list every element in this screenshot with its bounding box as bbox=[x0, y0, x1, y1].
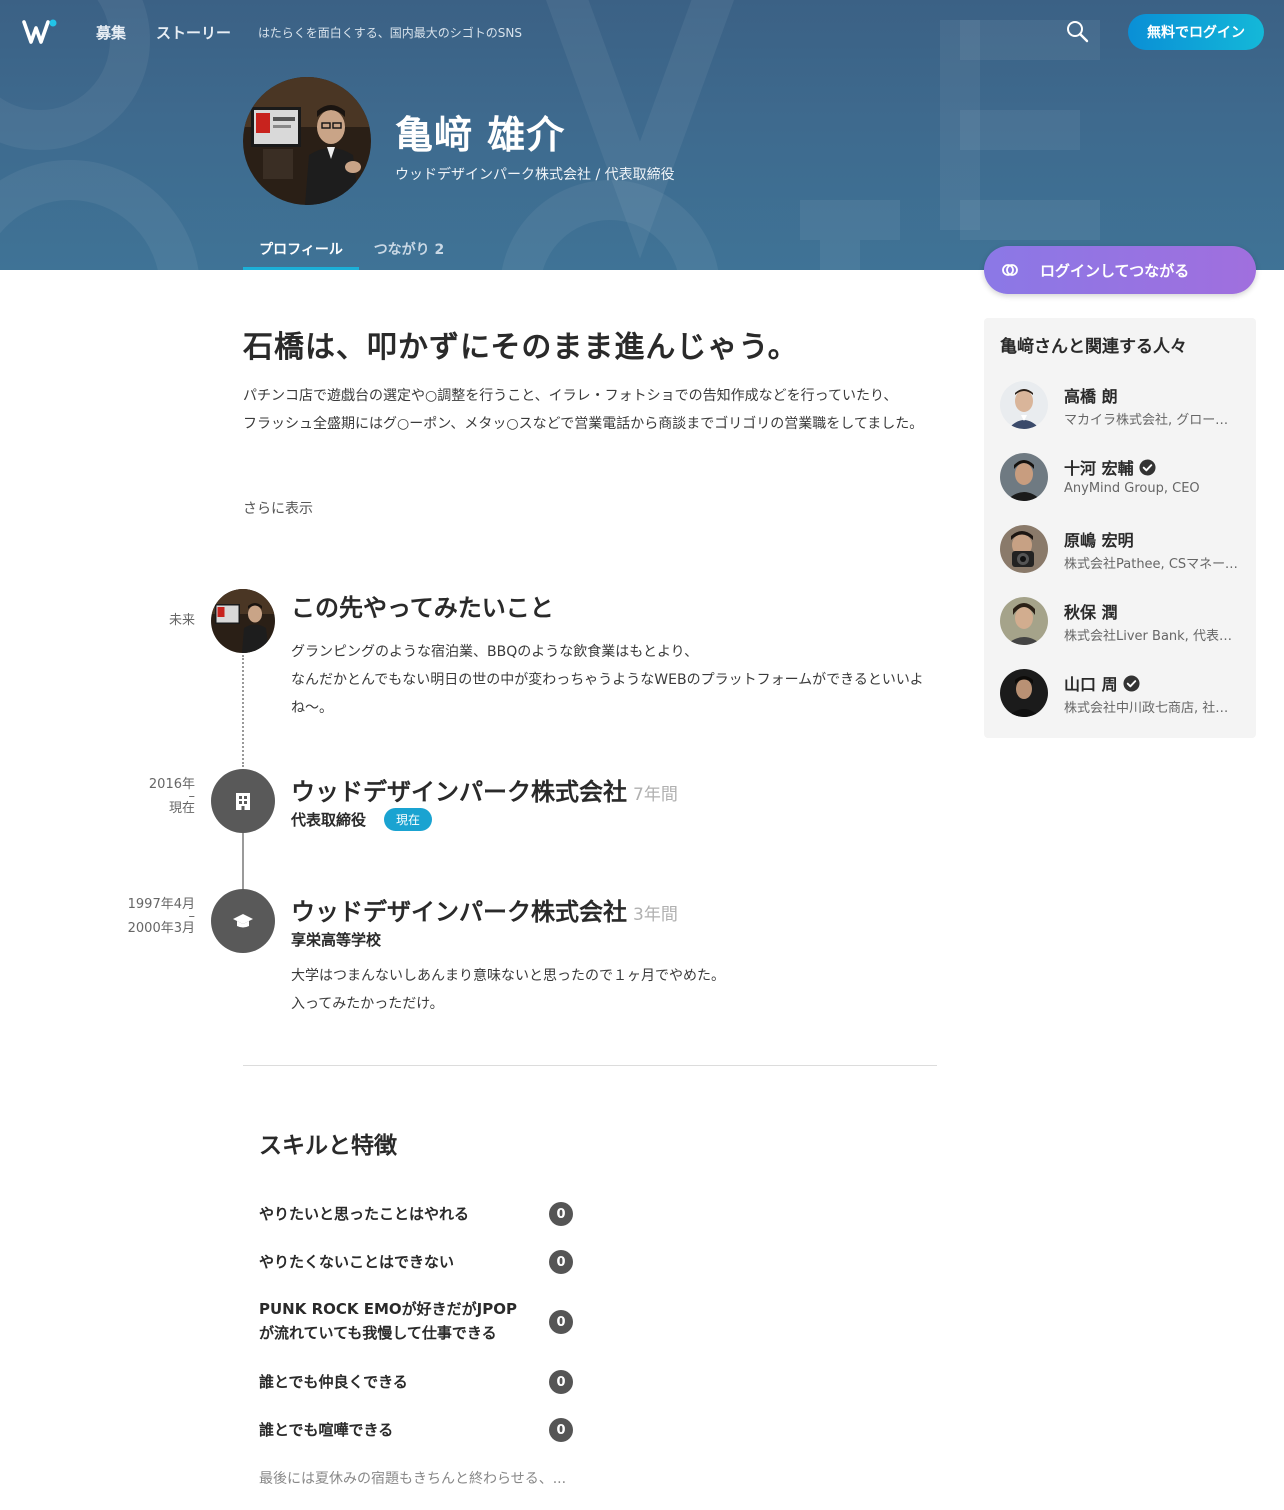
tab-connections[interactable]: つながり 2 bbox=[359, 228, 459, 270]
timeline-job-role: 代表取締役 bbox=[291, 811, 367, 829]
person-photo bbox=[1000, 381, 1048, 429]
link-icon bbox=[1002, 264, 1018, 276]
related-person[interactable]: 秋保 潤 株式会社Liver Bank, 代表取締役 bbox=[1000, 597, 1246, 647]
date-dash: – bbox=[188, 909, 196, 924]
section-divider bbox=[243, 1065, 937, 1066]
person-name: 原嶋 宏明 bbox=[1064, 531, 1134, 550]
profile-avatar bbox=[243, 77, 371, 205]
job-duration: 7年間 bbox=[633, 785, 678, 805]
timeline-connector-dotted bbox=[242, 655, 244, 767]
person-org: AnyMind Group, CEO bbox=[1064, 481, 1200, 496]
profile-hero: 募集 ストーリー はたらくを面白くする、国内最大のシゴトのSNS 無料でログイン bbox=[0, 0, 1284, 270]
school-duration: 3年間 bbox=[633, 905, 678, 925]
skill-label: 誰とでも喧嘩できる bbox=[259, 1421, 394, 1439]
person-org: マカイラ株式会社, グローバルディレクター bbox=[1064, 413, 1238, 428]
timeline-school-line: 入ってみたかっただけ。 bbox=[291, 996, 444, 1012]
skills-more-text[interactable]: 最後には夏休みの宿題もきちんと終わらせる、... bbox=[259, 1468, 566, 1488]
job-company: ウッドデザインパーク株式会社 bbox=[291, 778, 627, 806]
timeline-connector bbox=[242, 833, 244, 891]
timeline-avatar bbox=[211, 589, 275, 653]
skills-title: スキルと特徴 bbox=[259, 1133, 397, 1159]
bio-line: フラッシュ全盛期にはグ○ーポン、メタッ○スなどで営業電話から商談までゴリゴリの営… bbox=[243, 416, 924, 432]
tab-profile[interactable]: プロフィール bbox=[243, 228, 359, 270]
date-start: 1997年4月 bbox=[127, 897, 195, 912]
date-dash: – bbox=[188, 789, 196, 804]
skill-endorse-count[interactable]: 0 bbox=[549, 1370, 573, 1394]
skill-endorse-count[interactable]: 0 bbox=[549, 1418, 573, 1442]
nav-recruit-link[interactable]: 募集 bbox=[96, 22, 126, 43]
show-more-link[interactable]: さらに表示 bbox=[243, 498, 313, 518]
profile-bio: パチンコ店で遊戯台の選定や○調整を行うこと、イラレ・フォトショでの告知作成などを… bbox=[243, 382, 937, 438]
skill-endorse-count[interactable]: 0 bbox=[549, 1250, 573, 1274]
person-name: 山口 周 bbox=[1064, 671, 1140, 695]
login-button[interactable]: 無料でログイン bbox=[1128, 14, 1264, 50]
person-name: 高橋 朗 bbox=[1064, 387, 1118, 406]
timeline-future-line: なんだかとんでもない明日の世の中が変わっちゃうようなWEBのプラットフォームがで… bbox=[291, 672, 924, 716]
school-company: ウッドデザインパーク株式会社 bbox=[291, 898, 627, 926]
timeline-company-marker bbox=[211, 769, 275, 833]
person-org: 株式会社中川政七商店, 社外取締役 bbox=[1064, 701, 1238, 716]
timeline-school-title[interactable]: ウッドデザインパーク株式会社 3年間 bbox=[291, 892, 678, 927]
person-org: 株式会社Pathee, CSマネージャー bbox=[1064, 557, 1238, 572]
avatar bbox=[1000, 669, 1048, 717]
skill-label: やりたくないことはできない bbox=[259, 1253, 455, 1271]
timeline-date-school: 1997年4月 – 2000年3月 bbox=[95, 897, 195, 937]
skill-endorse-count[interactable]: 0 bbox=[549, 1310, 573, 1334]
person-name: 秋保 潤 bbox=[1064, 603, 1118, 622]
timeline-profile-photo bbox=[211, 589, 275, 653]
person-photo bbox=[1000, 597, 1048, 645]
bio-line: パチンコ店で遊戯台の選定や○調整を行うこと、イラレ・フォトショでの告知作成などを… bbox=[243, 388, 898, 404]
timeline-date-future: 未来 bbox=[168, 613, 195, 628]
nav-tagline: はたらくを面白くする、国内最大のシゴトのSNS bbox=[258, 26, 522, 40]
avatar bbox=[1000, 525, 1048, 573]
related-person[interactable]: 山口 周 株式会社中川政七商店, 社外取締役 bbox=[1000, 669, 1246, 719]
related-person[interactable]: 高橋 朗 マカイラ株式会社, グローバルディレクター bbox=[1000, 381, 1246, 431]
timeline-future-line: グランピングのような宿泊業、BBQのような飲食業はもとより、 bbox=[291, 644, 699, 660]
search-icon[interactable] bbox=[1064, 18, 1092, 46]
timeline-school-marker bbox=[211, 889, 275, 953]
skill-label: PUNK ROCK EMOが好きだがJPOPが流れていても我慢して仕事できる bbox=[259, 1300, 517, 1342]
nav-stories-link[interactable]: ストーリー bbox=[156, 22, 231, 43]
related-people-title: 亀﨑さんと関連する人々 bbox=[1000, 337, 1187, 357]
person-photo bbox=[1000, 453, 1048, 501]
avatar bbox=[1000, 597, 1048, 645]
related-people-panel: 亀﨑さんと関連する人々 高橋 朗 マカイラ株式会社, グローバルディレクター 十… bbox=[984, 318, 1256, 738]
verified-icon bbox=[1139, 458, 1156, 476]
date-end: 2000年3月 bbox=[127, 921, 195, 936]
building-icon bbox=[236, 793, 250, 810]
timeline-school-line: 大学はつまんないしあんまり意味ないと思ったので１ヶ月でやめた。 bbox=[291, 968, 725, 984]
timeline-future-title: この先やってみたいこと bbox=[291, 594, 554, 622]
profile-headline: 石橋は、叩かずにそのまま進んじゃう。 bbox=[243, 330, 799, 365]
wantedly-logo[interactable] bbox=[22, 18, 58, 46]
current-badge: 現在 bbox=[384, 808, 432, 831]
timeline-date-job: 2016年 – 現在 bbox=[95, 777, 195, 817]
skill-label: やりたいと思ったことはやれる bbox=[259, 1205, 470, 1223]
person-name: 十河 宏輔 bbox=[1064, 455, 1156, 479]
skill-label: 誰とでも仲良くできる bbox=[259, 1373, 408, 1391]
person-photo bbox=[1000, 525, 1048, 573]
timeline-school-name: 享栄高等学校 bbox=[291, 931, 382, 949]
related-person[interactable]: 原嶋 宏明 株式会社Pathee, CSマネージャー bbox=[1000, 525, 1246, 575]
login-connect-label: ログインしてつながる bbox=[1040, 262, 1190, 280]
top-navigation: 募集 ストーリー はたらくを面白くする、国内最大のシゴトのSNS 無料でログイン bbox=[0, 0, 1284, 64]
date-end: 現在 bbox=[168, 801, 195, 816]
login-connect-button[interactable]: ログインしてつながる bbox=[984, 246, 1256, 294]
avatar bbox=[1000, 381, 1048, 429]
related-person[interactable]: 十河 宏輔 AnyMind Group, CEO bbox=[1000, 453, 1246, 503]
profile-photo bbox=[243, 77, 371, 205]
avatar bbox=[1000, 453, 1048, 501]
person-photo bbox=[1000, 669, 1048, 717]
person-org: 株式会社Liver Bank, 代表取締役 bbox=[1064, 629, 1238, 644]
skill-endorse-count[interactable]: 0 bbox=[549, 1202, 573, 1226]
timeline-future-body: グランピングのような宿泊業、BBQのような飲食業はもとより、 なんだかとんでもな… bbox=[291, 638, 941, 722]
graduation-cap-icon bbox=[233, 914, 253, 928]
timeline-job-title[interactable]: ウッドデザインパーク株式会社 7年間 bbox=[291, 772, 678, 807]
profile-name: 亀﨑 雄介 bbox=[395, 113, 566, 157]
verified-icon bbox=[1123, 674, 1140, 692]
timeline-school-body: 大学はつまんないしあんまり意味ないと思ったので１ヶ月でやめた。 入ってみたかった… bbox=[291, 962, 941, 1018]
profile-company-title[interactable]: ウッドデザインパーク株式会社 / 代表取締役 bbox=[395, 164, 675, 184]
